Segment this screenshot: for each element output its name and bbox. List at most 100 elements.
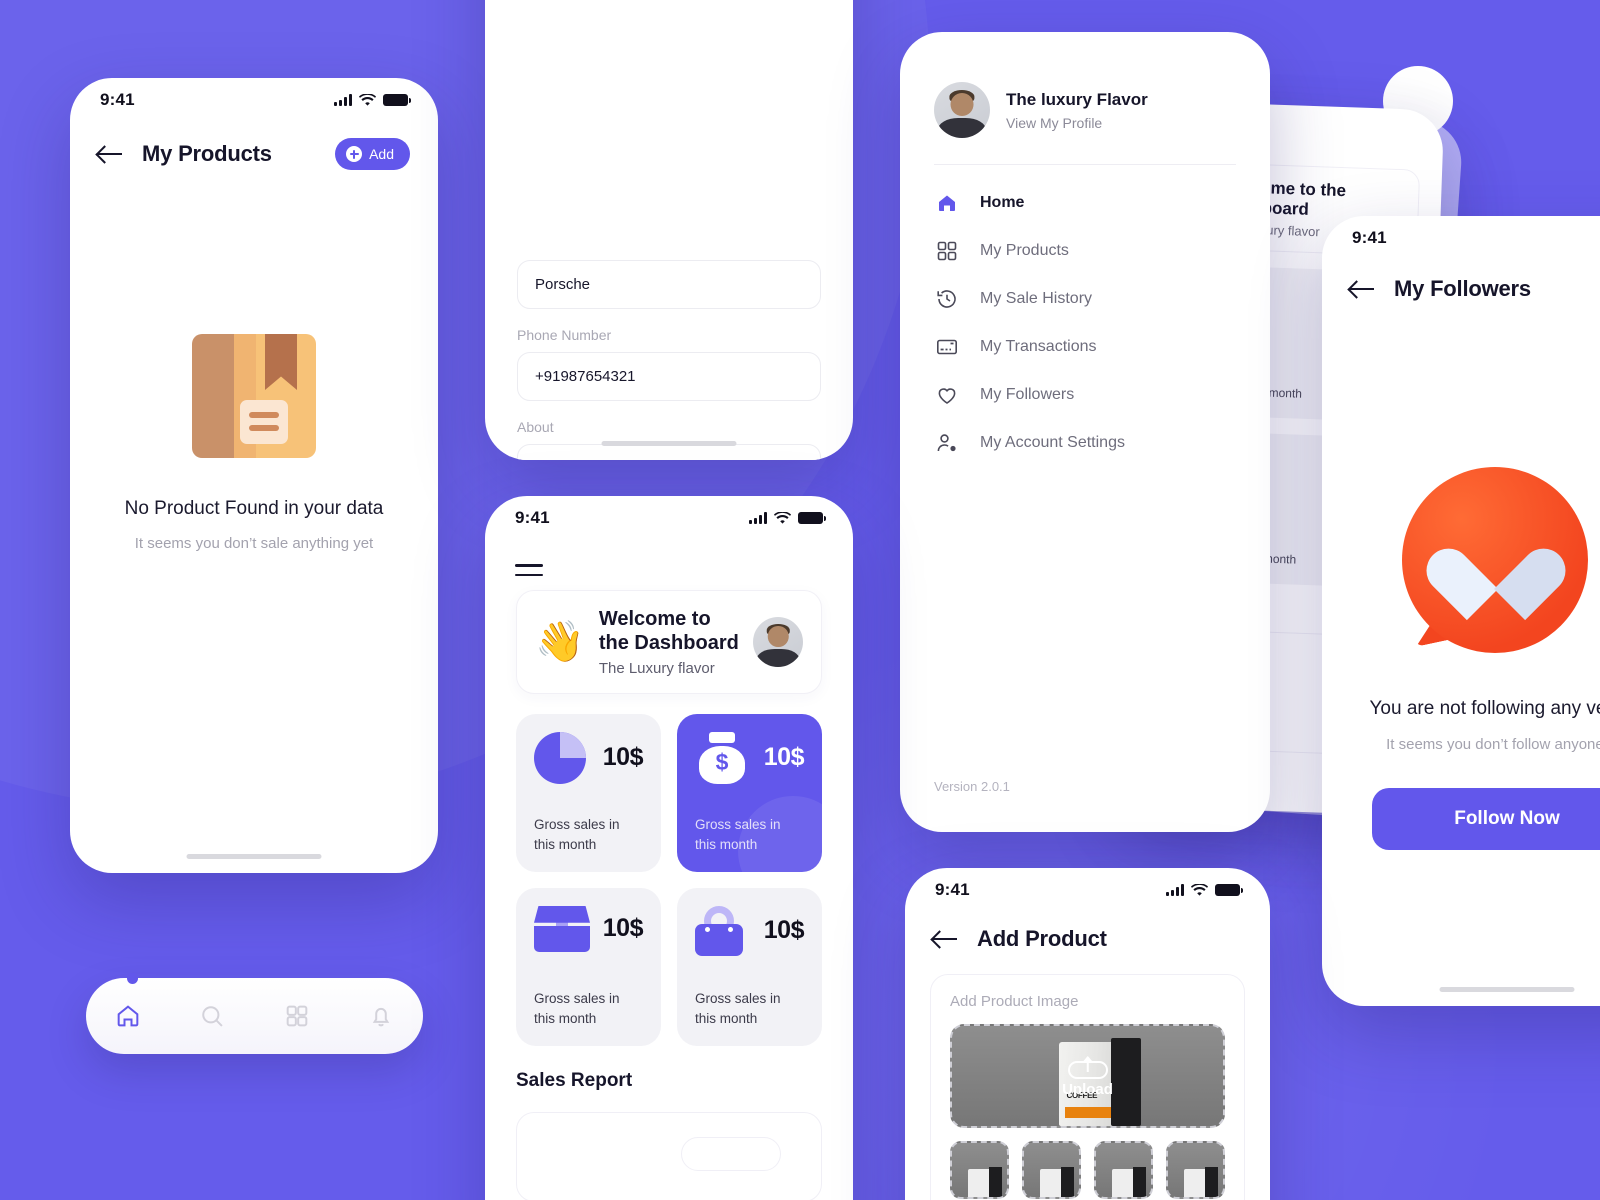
- stat-caption: Gross sales in this month: [695, 991, 781, 1026]
- handbag-icon: [695, 905, 743, 956]
- about-field[interactable]: Porsche: [517, 444, 821, 460]
- signal-icon: [334, 94, 352, 106]
- signal-icon: [1166, 884, 1184, 896]
- status-bar-time: 9:41: [1352, 228, 1387, 247]
- add-product-screen: 9:41 Add Product Add Product Image COFFE…: [905, 868, 1270, 1200]
- menu-item-label: My Products: [980, 242, 1069, 259]
- product-thumbnail[interactable]: [950, 1141, 1009, 1199]
- back-icon[interactable]: [98, 144, 124, 164]
- upload-label: Upload: [1062, 1080, 1113, 1098]
- wave-emoji-icon: 👋: [535, 619, 585, 664]
- welcome-subtitle: The Luxury flavor: [598, 659, 715, 677]
- home-icon: [934, 190, 960, 216]
- status-bar: 9:41: [70, 78, 438, 122]
- status-bar-icons: [749, 511, 826, 525]
- stat-card-gross-sales-money[interactable]: $ 10$ Gross sales in this month: [677, 713, 822, 872]
- page-title: My Products: [142, 141, 272, 166]
- open-box-icon: [534, 905, 590, 952]
- history-icon: [934, 286, 960, 312]
- home-icon[interactable]: [114, 1002, 142, 1030]
- avatar[interactable]: [753, 616, 803, 667]
- menu-item-my-products[interactable]: My Products: [934, 227, 1236, 275]
- heart-icon: [934, 382, 960, 408]
- menu-item-label: Home: [980, 194, 1025, 211]
- battery-icon: [1215, 884, 1243, 896]
- stat-card-gross-sales-pie[interactable]: 10$ Gross sales in this month: [516, 713, 661, 872]
- version-label: Version 2.0.1: [934, 779, 1010, 794]
- status-bar-icons: [334, 93, 411, 107]
- package-box-icon: [192, 334, 316, 458]
- battery-icon: [798, 512, 826, 524]
- products-header: My Products Add: [70, 138, 438, 170]
- product-image-upload-dropzone[interactable]: COFFEE Upload: [950, 1024, 1225, 1128]
- status-bar: 9:41: [485, 496, 853, 540]
- add-product-header: Add Product: [905, 926, 1270, 952]
- edit-profile-form-screen: Phone Number About Porsche Submit: [485, 0, 853, 460]
- view-profile-link[interactable]: View My Profile: [1006, 115, 1148, 131]
- menu-item-my-account-settings[interactable]: My Account Settings: [934, 419, 1236, 467]
- follow-now-button[interactable]: Follow Now: [1372, 788, 1600, 850]
- page-title: My Followers: [1394, 276, 1531, 301]
- upload-overlay: Upload: [952, 1026, 1223, 1126]
- stat-card-gross-sales-box[interactable]: 10$ Gross sales in this month: [516, 887, 661, 1046]
- back-icon[interactable]: [933, 929, 959, 949]
- phone-field[interactable]: [517, 352, 821, 401]
- menu-item-my-sale-history[interactable]: My Sale History: [934, 275, 1236, 323]
- dashboard-screen: 9:41 👋 Welcome to the Dashboard The Luxu…: [485, 496, 853, 1200]
- welcome-card: 👋 Welcome to the Dashboard The Luxury fl…: [516, 590, 822, 694]
- product-thumbnail-row: [950, 1141, 1225, 1199]
- menu-item-label: My Sale History: [980, 290, 1093, 307]
- back-icon[interactable]: [1350, 279, 1376, 299]
- my-products-screen: 9:41 My Products Add No Product Found in…: [70, 78, 438, 873]
- stat-card-gross-sales-bag[interactable]: 10$ Gross sales in this month: [677, 887, 822, 1046]
- bell-icon[interactable]: [367, 1002, 395, 1030]
- card-icon: [934, 334, 960, 360]
- stat-value: 10$: [763, 743, 805, 772]
- empty-state: No Product Found in your data It seems y…: [70, 334, 438, 552]
- add-button-label: Add: [369, 146, 394, 162]
- menu-item-my-transactions[interactable]: My Transactions: [934, 323, 1236, 371]
- product-thumbnail[interactable]: [1166, 1141, 1225, 1199]
- drawer-menu: Home My Products My Sale History My Tran…: [900, 165, 1270, 467]
- status-bar: 9:41: [1322, 216, 1600, 260]
- menu-item-home[interactable]: Home: [934, 179, 1236, 227]
- drawer-profile[interactable]: The luxury Flavor View My Profile: [900, 32, 1270, 138]
- heart-bubble-icon: [1402, 467, 1600, 653]
- plus-icon: [346, 146, 363, 162]
- cloud-upload-icon: [1067, 1055, 1108, 1079]
- home-indicator: [601, 441, 737, 446]
- hamburger-menu-icon[interactable]: [515, 564, 853, 576]
- signal-icon: [749, 512, 767, 524]
- sales-report-panel[interactable]: [516, 1111, 822, 1200]
- stat-caption: Gross sales in this month: [534, 991, 620, 1026]
- stat-caption: Gross sales in this month: [534, 817, 620, 852]
- name-field[interactable]: [517, 260, 821, 309]
- grid-icon[interactable]: [283, 1002, 311, 1030]
- menu-item-my-followers[interactable]: My Followers: [934, 371, 1236, 419]
- status-bar: 9:41: [905, 868, 1270, 912]
- empty-state-title: No Product Found in your data: [124, 498, 384, 519]
- page-title: Add Product: [977, 926, 1107, 951]
- avatar: [934, 82, 990, 138]
- money-bag-icon: $: [695, 731, 749, 784]
- search-icon[interactable]: [198, 1002, 226, 1030]
- empty-state-title: You are not following any vendor: [1369, 698, 1600, 719]
- side-drawer-menu-screen: The luxury Flavor View My Profile Home M…: [900, 32, 1270, 832]
- bottom-navigation-bar: [86, 973, 423, 1054]
- stat-card-grid: 10$ Gross sales in this month $ 10$ Gros…: [516, 713, 822, 1046]
- status-bar-time: 9:41: [935, 880, 970, 899]
- sales-report-filter-pill[interactable]: [681, 1136, 781, 1171]
- wifi-icon: [774, 511, 791, 524]
- stat-value: 10$: [763, 916, 805, 945]
- menu-item-label: My Transactions: [980, 338, 1097, 355]
- dashboard-body: 👋 Welcome to the Dashboard The Luxury fl…: [485, 590, 853, 1200]
- profile-name: The luxury Flavor: [1006, 89, 1148, 109]
- product-thumbnail[interactable]: [1022, 1141, 1081, 1199]
- wifi-icon: [359, 93, 376, 106]
- wifi-icon: [1191, 883, 1208, 896]
- product-thumbnail[interactable]: [1094, 1141, 1153, 1199]
- empty-state-subtitle: It seems you don’t sale anything yet: [134, 535, 374, 552]
- welcome-title: Welcome to the Dashboard: [598, 608, 739, 655]
- add-product-button[interactable]: Add: [335, 138, 410, 170]
- empty-state-subtitle: It seems you don’t follow anyone yet: [1386, 736, 1600, 753]
